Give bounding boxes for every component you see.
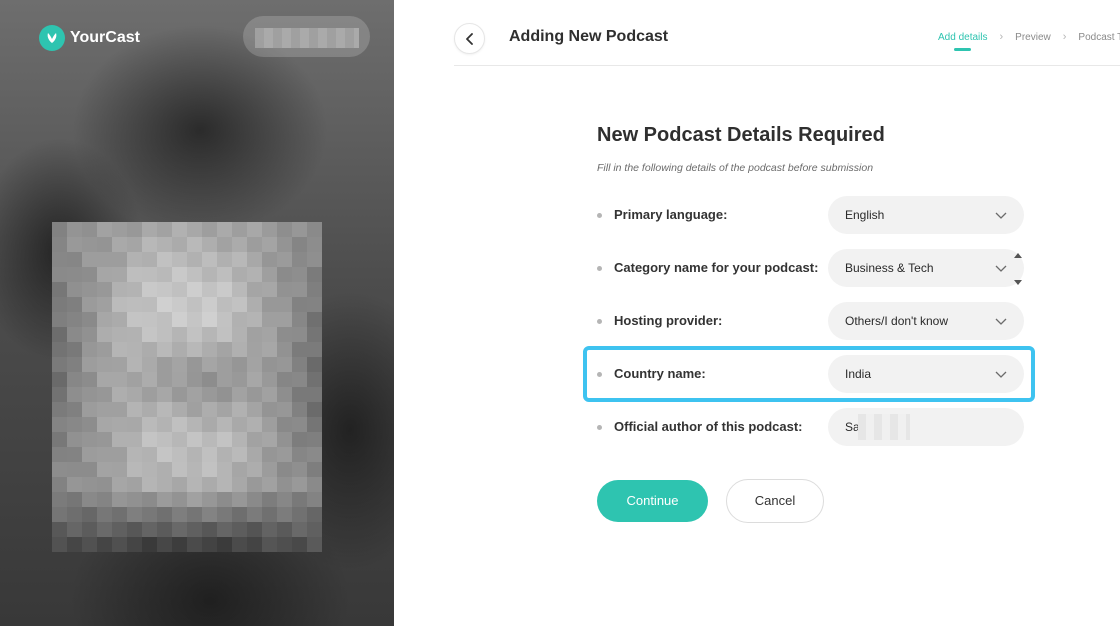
select-value: Others/I don't know	[845, 314, 949, 328]
bullet-dot	[597, 425, 602, 430]
select-value: English	[845, 208, 885, 222]
redacted-author-name	[858, 414, 910, 440]
bullet-dot	[597, 372, 602, 377]
brand-name: YourCast	[70, 29, 140, 46]
form-title: New Podcast Details Required	[597, 124, 885, 146]
app-root: YourCast Adding New Podcast Add details …	[0, 0, 1120, 626]
field-hosting-provider: Hosting provider: Others/I don't know	[597, 302, 1027, 340]
field-label: Hosting provider:	[614, 313, 723, 328]
chevron-down-icon	[995, 371, 1007, 378]
step-podcast[interactable]: Podcast T	[1078, 32, 1120, 43]
yourcast-logo-icon	[39, 25, 65, 51]
redacted-username	[255, 28, 359, 48]
scroll-arrow-up-icon	[1014, 253, 1022, 258]
bullet-dot	[597, 266, 602, 271]
stepper: Add details › Preview › Podcast T	[938, 31, 1120, 51]
bullet-dot	[597, 319, 602, 324]
field-label: Country name:	[614, 366, 706, 381]
cancel-button[interactable]: Cancel	[726, 479, 824, 523]
scroll-arrow-down-icon	[1014, 280, 1022, 285]
pixelated-image	[52, 222, 322, 552]
select-value: India	[845, 367, 872, 381]
select-scroll-arrows[interactable]	[1013, 251, 1023, 287]
field-label: Primary language:	[614, 207, 728, 222]
brand[interactable]: YourCast	[39, 25, 140, 51]
chevron-right-icon: ›	[999, 31, 1004, 43]
back-button[interactable]	[454, 23, 485, 54]
continue-button[interactable]: Continue	[597, 480, 708, 522]
left-panel: YourCast	[0, 0, 394, 626]
select-value: Business & Tech	[845, 261, 934, 275]
chevron-right-icon: ›	[1062, 31, 1067, 43]
category-select[interactable]: Business & Tech	[828, 249, 1024, 287]
chevron-down-icon	[995, 265, 1007, 272]
chevron-down-icon	[995, 212, 1007, 219]
primary-language-select[interactable]: English	[828, 196, 1024, 234]
field-official-author: Official author of this podcast: Sa na	[597, 408, 1027, 446]
field-category: Category name for your podcast: Business…	[597, 249, 1027, 287]
step-preview[interactable]: Preview	[1015, 32, 1051, 43]
country-select[interactable]: India	[828, 355, 1024, 393]
field-primary-language: Primary language: English	[597, 196, 1027, 234]
page-title: Adding New Podcast	[509, 28, 669, 45]
back-arrow-icon	[465, 32, 473, 45]
chevron-down-icon	[995, 318, 1007, 325]
field-label: Category name for your podcast:	[614, 260, 819, 275]
step-add-details[interactable]: Add details	[938, 32, 987, 51]
bullet-dot	[597, 213, 602, 218]
field-country-name: Country name: India	[597, 355, 1027, 393]
form-subtitle: Fill in the following details of the pod…	[597, 162, 874, 174]
top-bar: Adding New Podcast Add details › Preview…	[454, 0, 1120, 66]
hosting-provider-select[interactable]: Others/I don't know	[828, 302, 1024, 340]
field-label: Official author of this podcast:	[614, 419, 803, 434]
